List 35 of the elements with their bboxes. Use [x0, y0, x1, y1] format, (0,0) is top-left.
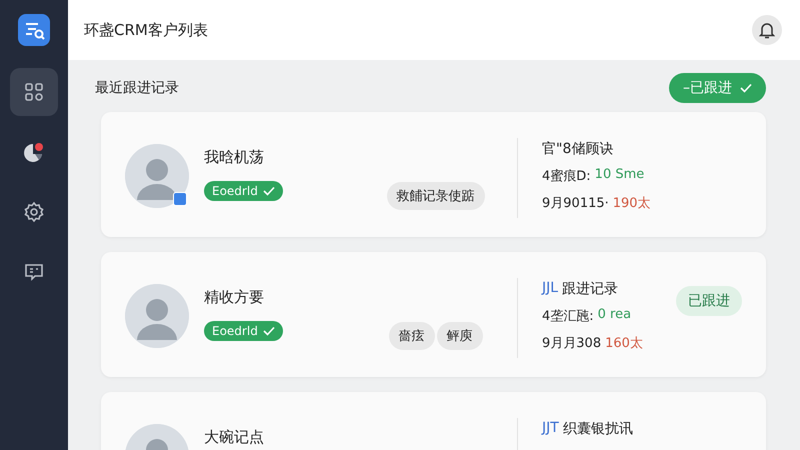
app-logo-icon: [18, 14, 50, 46]
date-value: 190太: [612, 195, 651, 212]
status-tag: Eoedrld: [204, 181, 283, 201]
sidebar-item[interactable]: [10, 68, 58, 116]
bell-icon[interactable]: [752, 15, 782, 45]
customer-name: 大碗记点: [204, 428, 265, 447]
customer-name: 我晗机荡: [204, 148, 265, 167]
pie-chart-icon: [22, 140, 46, 164]
detail-label: 4垄汇瓲:: [542, 308, 594, 325]
grid-icon: [24, 82, 44, 102]
check-icon: [262, 326, 275, 336]
status-tag: Eoedrld: [204, 321, 283, 341]
record-date: 9月90115·: [542, 195, 609, 212]
detail-value: 0 rea: [598, 307, 632, 324]
detail-value: 10 Sme: [594, 167, 644, 184]
detail-label: 4蜜痕D:: [542, 168, 591, 185]
section-title: 最近跟进记录: [95, 79, 179, 97]
record-title: 跟进记录: [562, 280, 618, 298]
check-icon: [262, 186, 275, 196]
tag: 嗇痃: [388, 322, 434, 350]
record-prefix: JJL: [542, 280, 558, 298]
settings-icon: [23, 201, 45, 223]
record-title: 织囊银扰讯: [562, 420, 633, 438]
tag: 救餔记彔使踮: [386, 182, 484, 210]
date-value: 160太: [605, 335, 643, 352]
record-prefix: JJT: [542, 420, 559, 438]
message-icon: [24, 262, 44, 282]
filter-button[interactable]: –已跟进: [669, 73, 766, 103]
record-date: 9月月308: [542, 335, 602, 352]
customer-name: 精收方要: [204, 288, 265, 307]
tag: 鲆庾: [436, 322, 482, 350]
page-title: 环盏CRM客户列表: [84, 20, 208, 40]
check-icon: [740, 83, 752, 93]
record-title: 官"8储顾诀: [542, 140, 614, 158]
followed-badge: 已跟进: [676, 286, 742, 316]
